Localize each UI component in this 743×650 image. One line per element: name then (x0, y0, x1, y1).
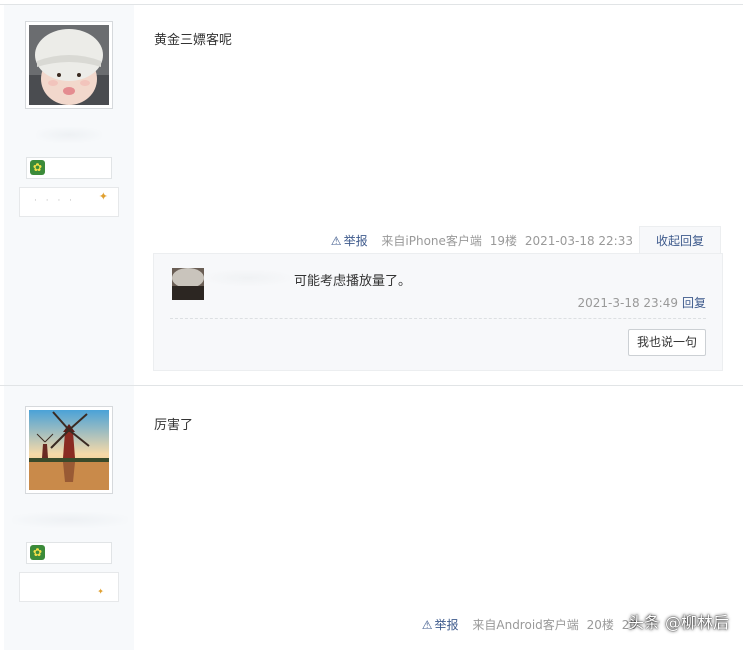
badge-dots: · · · · (34, 196, 76, 206)
reply-text: 可能考虑播放量了。 (294, 274, 412, 289)
level-badge-icon: ✿ (30, 545, 45, 560)
honor-badges[interactable]: · · · · ✦ (19, 187, 119, 217)
author-column: ✿ · · · · ✦ (4, 5, 134, 386)
level-badge[interactable]: ✿ (26, 157, 112, 179)
reply-divider (170, 318, 706, 319)
author-name-blurred[interactable] (12, 512, 128, 528)
floor-number: 19楼 (489, 234, 518, 248)
post-meta: ⚠ 举报 来自Android客户端 20楼 20 (418, 616, 637, 633)
star-icon: ✦ (98, 190, 108, 203)
reply-time: 2021-3-18 23:49 (577, 296, 678, 310)
client-source: 来自Android客户端 (472, 618, 579, 632)
post-content: 厉害了 (154, 418, 194, 433)
baby-avatar-image (29, 25, 109, 105)
client-source: 来自iPhone客户端 (381, 234, 482, 248)
reply-link[interactable]: 回复 (682, 296, 706, 310)
warning-icon: ⚠ (330, 234, 342, 248)
report-link[interactable]: 举报 (344, 234, 368, 248)
author-column: ✿ ✦ (4, 386, 134, 650)
warning-icon: ⚠ (421, 618, 433, 632)
collapse-replies-button[interactable]: 收起回复 (639, 226, 721, 255)
reply-user-avatar[interactable] (172, 268, 204, 300)
level-badge-icon: ✿ (30, 160, 45, 175)
author-name-blurred[interactable] (36, 127, 102, 143)
reply-meta: 2021-3-18 23:49 回复 (577, 294, 706, 311)
author-avatar[interactable] (25, 406, 113, 494)
report-link[interactable]: 举报 (435, 618, 459, 632)
star-icon: ✦ (97, 587, 104, 596)
post-floor-19: ✿ · · · · ✦ 黄金三嫖客呢 ⚠ 举报 来自iPhone客户端 19楼 2… (0, 4, 743, 386)
post-content: 黄金三嫖客呢 (154, 33, 233, 48)
level-badge[interactable]: ✿ (26, 542, 112, 564)
say-something-button[interactable]: 我也说一句 (628, 329, 706, 356)
watermark-logo: 头条 @柳林后 (627, 613, 729, 632)
post-meta: ⚠ 举报 来自iPhone客户端 19楼 2021-03-18 22:33 (327, 232, 633, 249)
windmill-avatar-image (29, 410, 109, 490)
floor-number: 20楼 (586, 618, 614, 632)
author-avatar[interactable] (25, 21, 113, 109)
post-time: 2021-03-18 22:33 (524, 234, 633, 248)
reply-user-name-blurred[interactable] (206, 270, 290, 286)
reply-section: 可能考虑播放量了。 2021-3-18 23:49 回复 我也说一句 (153, 253, 723, 371)
honor-badges[interactable]: ✦ (19, 572, 119, 602)
